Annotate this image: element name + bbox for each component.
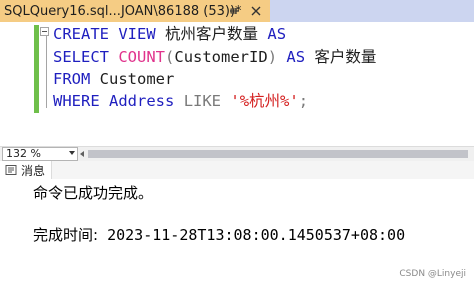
message-success: 命令已成功完成。 bbox=[33, 184, 154, 202]
keyword: CREATE VIEW bbox=[53, 25, 156, 43]
paren: ( bbox=[165, 48, 175, 66]
keyword: AS bbox=[286, 48, 306, 66]
query-editor[interactable]: CREATE VIEW 杭州客户数量 AS SELECT COUNT(Custo… bbox=[0, 22, 474, 146]
string-literal: '%杭州%' bbox=[230, 92, 299, 110]
message-completion-time: 完成时间: 2023-11-28T13:08:00.1450537+08:00 bbox=[33, 224, 405, 245]
completion-time-label: 完成时间: bbox=[33, 226, 99, 244]
code-line-3[interactable]: FROM Customer bbox=[53, 68, 174, 90]
keyword: LIKE bbox=[183, 92, 222, 110]
keyword: WHERE bbox=[53, 92, 100, 110]
message-icon bbox=[4, 163, 18, 177]
watermark: CSDN @Linyeji bbox=[399, 269, 466, 279]
column-name: Address bbox=[109, 92, 175, 110]
scrollbar-thumb[interactable] bbox=[88, 150, 468, 158]
horizontal-scrollbar[interactable] bbox=[80, 149, 472, 159]
tab-messages[interactable]: 消息 bbox=[0, 161, 52, 179]
pin-icon[interactable] bbox=[226, 3, 242, 19]
keyword: FROM bbox=[53, 70, 91, 88]
paren: ) bbox=[267, 48, 278, 66]
code-line-2[interactable]: SELECT COUNT(CustomerID) AS 客户数量 bbox=[53, 46, 376, 68]
table-name: Customer bbox=[99, 70, 175, 88]
semicolon: ; bbox=[298, 92, 309, 110]
outline-line bbox=[46, 36, 47, 108]
column-alias: 客户数量 bbox=[314, 48, 377, 66]
keyword: AS bbox=[267, 25, 287, 43]
change-tracking-bar bbox=[34, 25, 39, 113]
editor-margin bbox=[0, 22, 32, 146]
zoom-value: 132 % bbox=[6, 147, 41, 160]
document-tab-bar: SQLQuery16.sql...JOAN\86188 (53))* bbox=[0, 0, 474, 22]
messages-pane[interactable]: 命令已成功完成。 完成时间: 2023-11-28T13:08:00.14505… bbox=[0, 179, 474, 285]
close-icon[interactable] bbox=[248, 3, 264, 19]
collapse-outline-icon[interactable] bbox=[40, 27, 49, 36]
column-name: CustomerID bbox=[174, 48, 268, 66]
chevron-down-icon[interactable] bbox=[69, 151, 75, 155]
code-line-1[interactable]: CREATE VIEW 杭州客户数量 AS bbox=[53, 23, 286, 45]
function-name: COUNT bbox=[118, 48, 166, 66]
tab-messages-label: 消息 bbox=[21, 163, 46, 178]
completion-time-value: 2023-11-28T13:08:00.1450537+08:00 bbox=[107, 226, 406, 244]
zoom-select[interactable]: 132 % bbox=[2, 147, 78, 161]
editor-status-bar: 132 % bbox=[0, 146, 474, 161]
query-tab[interactable]: SQLQuery16.sql...JOAN\86188 (53))* bbox=[0, 0, 270, 22]
results-tab-bar: 消息 bbox=[0, 161, 474, 179]
keyword: SELECT bbox=[53, 48, 109, 66]
view-name: 杭州客户数量 bbox=[165, 25, 259, 43]
scroll-left-icon[interactable] bbox=[80, 151, 84, 157]
query-tab-title: SQLQuery16.sql...JOAN\86188 (53))* bbox=[4, 3, 242, 19]
code-line-4[interactable]: WHERE Address LIKE '%杭州%'; bbox=[53, 90, 308, 112]
